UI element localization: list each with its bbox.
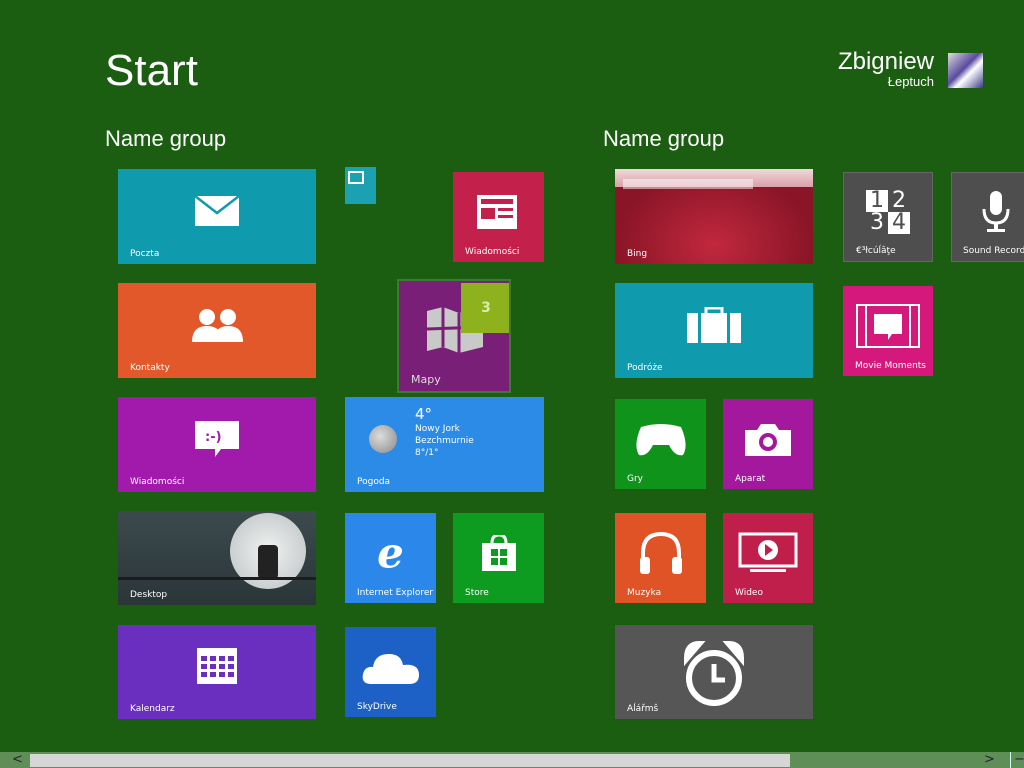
tile-poczta[interactable]: Poczta	[118, 169, 316, 264]
tile-label: Aĺářmŝ	[627, 704, 659, 714]
tile-aparat[interactable]: Aparat	[723, 399, 813, 489]
tile-label: Kontakty	[130, 363, 170, 373]
tile-label: Podróże	[627, 363, 663, 373]
tile-podroze[interactable]: Podróże	[615, 283, 813, 378]
scroll-right-button[interactable]: >	[984, 752, 995, 768]
calc-digit: 2	[892, 187, 906, 213]
tile-label: Wiadomości	[130, 477, 185, 487]
weather-city: Nowy Jork	[415, 424, 460, 434]
semantic-zoom-button[interactable]: −	[1010, 752, 1024, 768]
tile-store[interactable]: Store	[453, 513, 544, 603]
scrollbar-thumb[interactable]	[30, 754, 790, 767]
calc-digit: 3	[870, 209, 884, 235]
tile-desktop[interactable]: Desktop	[118, 511, 316, 605]
tile-label: Sound Recorder	[963, 246, 1024, 256]
suitcase-icon	[687, 306, 741, 343]
avatar[interactable]	[948, 53, 983, 88]
tile-label: Aparat	[735, 474, 766, 484]
tile-muzyka[interactable]: Muzyka	[615, 513, 706, 603]
notification-badge: 3	[461, 283, 509, 333]
microphone-icon	[981, 190, 1011, 233]
tile-gry[interactable]: Gry	[615, 399, 706, 489]
tile-label: Bing	[627, 249, 648, 259]
scroll-left-button[interactable]: <	[12, 752, 23, 768]
tile-label: Kalendarz	[130, 704, 175, 714]
horizontal-scrollbar[interactable]: < > −	[0, 752, 1024, 768]
owl-image	[258, 545, 278, 579]
tile-movie-moments[interactable]: Movie Moments	[843, 286, 933, 376]
weather-temp: 4°	[415, 405, 433, 423]
tile-wiadomosci-messaging[interactable]: :-) Wiadomości	[118, 397, 316, 492]
people-icon	[190, 307, 244, 343]
tile-mapy[interactable]: 3 Mapy	[397, 279, 511, 393]
page-title: Start	[105, 46, 198, 95]
tile-calculate[interactable]: 1 2 3 4 €³łcúĺâţe	[843, 172, 933, 262]
weather-condition: Bezchmurnie	[415, 436, 474, 446]
tile-label: Wideo	[735, 588, 763, 598]
tile-label: Wiadomości	[465, 247, 520, 257]
store-bag-icon	[481, 534, 516, 571]
user-first-name: Zbigniew	[837, 48, 934, 75]
user-account[interactable]: Zbigniew Łeptuch	[838, 48, 934, 89]
tile-label: Internet Explorer	[357, 588, 434, 598]
tile-bing[interactable]: Bing	[615, 169, 813, 264]
group-name-1[interactable]: Name group	[105, 126, 226, 152]
tile-label: Store	[465, 588, 489, 598]
tile-pogoda[interactable]: 4° Nowy Jork Bezchmurnie 8°/1° Pogoda	[345, 397, 544, 492]
alarm-clock-icon	[683, 640, 745, 708]
calculator-numbers-icon: 1 2 3 4	[866, 187, 910, 235]
tile-sound-recorder[interactable]: Sound Recorder	[951, 172, 1024, 262]
tile-wiadomosci-news[interactable]: Wiadomości	[453, 172, 544, 262]
video-play-icon	[738, 532, 798, 574]
film-chat-icon	[856, 303, 920, 348]
headphones-icon	[638, 531, 684, 575]
tile-label: Pogoda	[357, 477, 391, 487]
bing-search-box[interactable]	[623, 179, 753, 189]
tile-label: SkyDrive	[357, 702, 397, 712]
tile-label: Poczta	[130, 249, 160, 259]
calc-digit: 4	[888, 211, 910, 234]
user-last-name: Łeptuch	[887, 74, 934, 89]
tile-label: €³łcúĺâţe	[856, 246, 896, 256]
mail-icon	[194, 194, 240, 227]
tile-label: Movie Moments	[855, 361, 926, 371]
photo-icon	[348, 171, 364, 184]
calendar-icon	[197, 648, 237, 685]
calc-digit: 1	[866, 189, 888, 212]
tile-label: Muzyka	[627, 588, 662, 598]
ie-logo-icon: e	[377, 528, 404, 578]
tile-label: Mapy	[411, 373, 441, 386]
weather-range: 8°/1°	[415, 448, 439, 458]
camera-icon	[745, 422, 791, 456]
tile-label: Gry	[627, 474, 644, 484]
branch-image	[118, 577, 316, 580]
moon-weather-icon	[369, 425, 397, 453]
tile-alarms[interactable]: Aĺářmŝ	[615, 625, 813, 719]
svg-text::-): :-)	[205, 430, 222, 445]
tile-kalendarz[interactable]: Kalendarz	[118, 625, 316, 719]
tile-kontakty[interactable]: Kontakty	[118, 283, 316, 378]
group-name-2[interactable]: Name group	[603, 126, 724, 152]
xbox-controller-icon	[635, 421, 687, 457]
tile-label: Desktop	[130, 590, 168, 600]
chat-bubble-icon: :-)	[193, 419, 241, 459]
tile-photos-small[interactable]	[345, 167, 376, 204]
cloud-icon	[361, 650, 421, 684]
tile-wideo[interactable]: Wideo	[723, 513, 813, 603]
tile-skydrive[interactable]: SkyDrive	[345, 627, 436, 717]
newspaper-icon	[476, 194, 521, 229]
tile-internet-explorer[interactable]: e Internet Explorer	[345, 513, 436, 603]
